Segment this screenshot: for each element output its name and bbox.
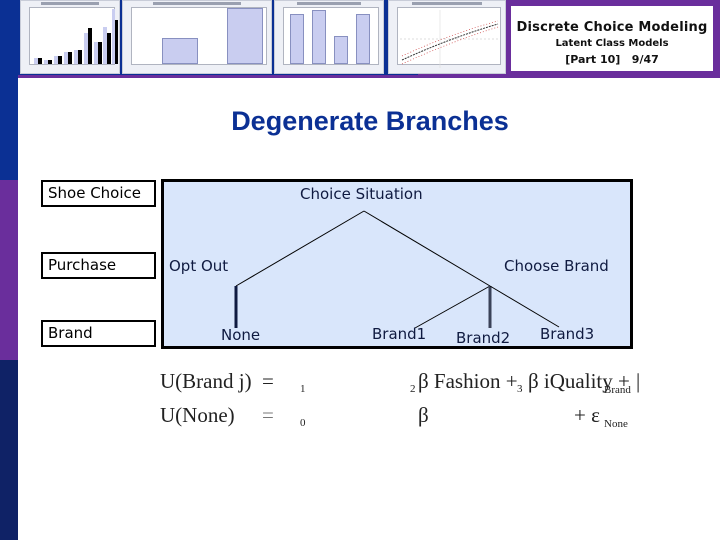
level-label-shoe-choice: Shoe Choice <box>41 180 156 207</box>
thumbnail-bar-chart-1 <box>20 0 120 74</box>
thumbnail-bar-chart-3 <box>274 0 384 74</box>
edge-root-optout <box>235 210 365 287</box>
edge-root-choosebrand <box>363 210 491 287</box>
leaf-brand1: Brand1 <box>372 325 427 343</box>
eq-brand-tail: | <box>636 369 641 393</box>
leaf-none: None <box>221 326 261 344</box>
thumbnail-line-chart <box>388 0 506 74</box>
leaf-brand2: Brand2 <box>456 329 511 347</box>
eq-none-beta: β <box>418 403 429 427</box>
eq-none-lhs: U(None) <box>160 403 235 427</box>
course-title-box: Discrete Choice Modeling Latent Class Mo… <box>508 3 716 74</box>
node-choice-situation: Choice Situation <box>300 185 423 203</box>
tree-diagram: Choice Situation Opt Out Choose Brand No… <box>161 179 633 349</box>
level-label-purchase: Purchase <box>41 252 156 279</box>
eq-brand-sub1: 1 <box>300 383 306 395</box>
sidebar-band-top <box>0 0 18 180</box>
course-subtitle: Latent Class Models <box>555 38 669 49</box>
eq-brand-lhs: U(Brand j) <box>160 369 252 393</box>
sidebar-band-bottom <box>0 360 18 540</box>
eq-brand-equals: = <box>262 369 274 393</box>
course-title: Discrete Choice Modeling <box>516 20 708 35</box>
page-number: 9/47 <box>631 53 659 66</box>
eq-brand-sub2: 2 <box>410 383 416 395</box>
eq-brand-error-sub: Brand <box>604 384 631 396</box>
page-indicator: [Part 10] 9/47 <box>511 53 713 66</box>
node-choose-brand: Choose Brand <box>504 257 609 275</box>
eq-none-error: + ε <box>574 403 600 427</box>
edge-choosebrand-brand1 <box>414 285 491 329</box>
edge-choosebrand-brand3 <box>489 285 560 328</box>
slide-title: Degenerate Branches <box>231 106 509 136</box>
eq-brand-sub3: 3 <box>517 383 523 395</box>
node-opt-out: Opt Out <box>169 257 229 275</box>
eq-none-sub0: 0 <box>300 417 306 429</box>
eq-brand-fashion-term: β Fashion + <box>418 369 518 393</box>
eq-none-error-sub: None <box>604 418 628 430</box>
thumbnail-bar-chart-2 <box>122 0 272 74</box>
level-label-brand: Brand <box>41 320 156 347</box>
leaf-brand3: Brand3 <box>540 325 595 343</box>
sidebar-band-middle <box>0 180 18 360</box>
part-label: [Part 10] <box>565 53 621 66</box>
eq-none-equals: = <box>262 403 274 427</box>
